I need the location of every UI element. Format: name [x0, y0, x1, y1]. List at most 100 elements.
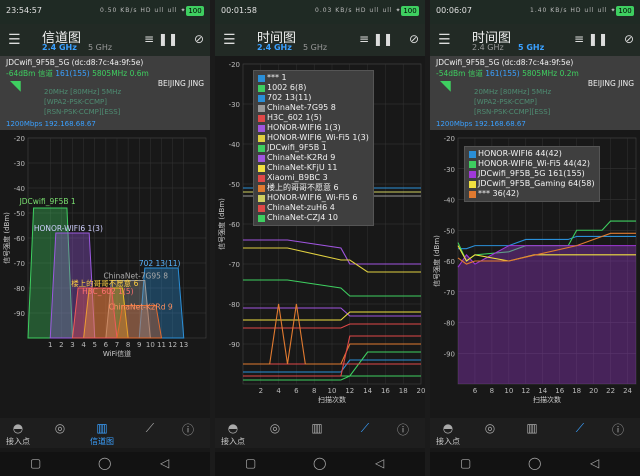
- pause-icon[interactable]: ❚❚: [158, 32, 178, 46]
- legend-item: ChinaNet-zuH6 4: [258, 203, 369, 213]
- legend-item: 702 13(11): [258, 93, 369, 103]
- series-fill: [458, 245, 636, 384]
- y-tick-label: -70: [229, 261, 240, 269]
- tab-2-4ghz[interactable]: 2.4 GHz: [42, 43, 77, 52]
- connected-ap-card[interactable]: JDCwifi_9F5B_5G (dc:d8:7c:4a:9f:5e) -54d…: [430, 56, 640, 130]
- wifi-scan-icon[interactable]: ⊘: [194, 32, 204, 46]
- wifi-scan-icon[interactable]: ⊘: [624, 32, 634, 46]
- nav-item-4[interactable]: ⓘ: [383, 421, 423, 438]
- battery-indicator: 100: [401, 6, 419, 16]
- back-icon[interactable]: ◁: [375, 456, 384, 470]
- ap-capabilities: [RSN-PSK-CCMP][ESS]: [474, 108, 551, 116]
- legend-item: ChinaNet-KFjU 11: [258, 163, 369, 173]
- nav-item-3[interactable]: ⟋: [560, 421, 600, 436]
- info-icon: ⓘ: [396, 423, 409, 437]
- tab-5ghz[interactable]: 5 GHz: [88, 43, 112, 52]
- ap-frequency: 5805MHz 0.6m: [89, 69, 149, 78]
- recents-icon[interactable]: ▢: [460, 456, 471, 470]
- nav-item-2[interactable]: ▥ 信道图: [82, 421, 122, 447]
- legend-swatch: [258, 74, 265, 82]
- line-chart-icon: ⟋: [575, 421, 585, 435]
- y-tick-label: -20: [14, 135, 25, 143]
- legend-swatch: [258, 204, 265, 212]
- legend-label: HONOR-WIFI6_Wi-Fi5 1(3): [267, 133, 369, 142]
- system-navigation: ▢ ◯ ◁: [0, 452, 210, 476]
- status-bar: 23:54:57 0.50 KB/s HD ull ull ✦ 100: [0, 0, 210, 24]
- ap-link-speed: 1200Mbps 192.168.68.67: [436, 120, 526, 128]
- nav-item-4[interactable]: ⓘ: [168, 421, 208, 438]
- wifi-scan-icon[interactable]: ⊘: [409, 32, 419, 46]
- nav-item-0[interactable]: ◓ 接入点: [215, 421, 253, 447]
- hamburger-menu-icon[interactable]: ☰: [438, 33, 451, 47]
- nav-item-0[interactable]: ◓ 接入点: [430, 421, 468, 447]
- line-chart-icon: ⟋: [145, 421, 155, 435]
- ap-signal-line: -54dBm 信道 161(155) 5805MHz 0.2m: [436, 68, 579, 79]
- nav-item-0[interactable]: ◓ 接入点: [0, 421, 38, 447]
- hamburger-menu-icon[interactable]: ☰: [8, 33, 21, 47]
- system-navigation: ▢ ◯ ◁: [215, 452, 425, 476]
- legend-label: 702 13(11): [267, 93, 312, 102]
- legend-swatch: [258, 164, 265, 172]
- nav-item-3[interactable]: ⟋: [130, 421, 170, 436]
- legend-swatch: [469, 170, 476, 178]
- nav-item-2[interactable]: ▥: [512, 421, 552, 435]
- ap-signal-level: -64dBm 信道: [6, 69, 56, 78]
- bottom-navigation: ◓ 接入点 ◎ ▥ ⟋ ⓘ: [430, 418, 640, 448]
- nav-item-1[interactable]: ◎: [255, 421, 295, 435]
- legend-label: 楼上的哥哥不愿意 6: [267, 183, 339, 192]
- recents-icon[interactable]: ▢: [30, 456, 41, 470]
- x-tick-label: 11: [157, 341, 166, 349]
- tab-5ghz[interactable]: 5 GHz: [518, 43, 544, 52]
- nav-label: 接入点: [221, 437, 245, 446]
- y-axis-label: 信号强度 (dBm): [2, 212, 11, 264]
- legend-item: 1002 6(8): [258, 83, 369, 93]
- x-tick-label: 2: [59, 341, 63, 349]
- tab-5ghz[interactable]: 5 GHz: [303, 43, 327, 52]
- connected-ap-card[interactable]: JDCwifi_9F5B_5G (dc:d8:7c:4a:9f:5e) -64d…: [0, 56, 210, 130]
- wifi-signal-icon: ◥: [440, 78, 451, 94]
- nav-item-3[interactable]: ⟋: [345, 421, 385, 436]
- legend-label: *** 1: [267, 73, 287, 82]
- pause-icon[interactable]: ❚❚: [373, 32, 393, 46]
- x-tick-label: 6: [104, 341, 109, 349]
- home-icon[interactable]: ◯: [98, 456, 111, 470]
- bar-chart-icon: ▥: [526, 421, 538, 435]
- y-tick-label: -30: [444, 166, 455, 174]
- legend-label: HONOR-WIFI6 44(42): [478, 149, 562, 158]
- y-tick-label: -60: [14, 235, 25, 243]
- nav-item-1[interactable]: ◎: [470, 421, 510, 435]
- back-icon[interactable]: ◁: [160, 456, 169, 470]
- y-tick-label: -30: [14, 160, 25, 168]
- legend-swatch: [258, 154, 265, 162]
- filter-icon[interactable]: ≡: [574, 32, 584, 46]
- pause-icon[interactable]: ❚❚: [588, 32, 608, 46]
- radar-icon: ◎: [484, 421, 496, 435]
- nav-item-2[interactable]: ▥: [297, 421, 337, 435]
- info-icon: ⓘ: [611, 423, 624, 437]
- legend-swatch: [258, 134, 265, 142]
- home-icon[interactable]: ◯: [313, 456, 326, 470]
- x-tick-label: 7: [115, 341, 119, 349]
- legend-swatch: [469, 190, 476, 198]
- channel-label: JDCwifi_9F5B 1: [19, 197, 76, 206]
- back-icon[interactable]: ◁: [590, 456, 599, 470]
- tab-2-4ghz[interactable]: 2.4 GHz: [472, 43, 504, 52]
- nav-item-1[interactable]: ◎: [40, 421, 80, 435]
- line-chart-icon: ⟋: [360, 421, 370, 435]
- channel-graph-svg: -20-30-40-50-60-70-80-901 2 3 4 5 6 7 8 9 10 11 12 1…: [2, 135, 207, 358]
- nav-item-4[interactable]: ⓘ: [598, 421, 638, 438]
- y-axis-label: 信号强度 (dBm): [432, 235, 441, 287]
- filter-icon[interactable]: ≡: [359, 32, 369, 46]
- ap-signal-line: -64dBm 信道 161(155) 5805MHz 0.6m: [6, 68, 149, 79]
- home-icon[interactable]: ◯: [528, 456, 541, 470]
- y-tick-label: -70: [14, 260, 25, 268]
- chart-legend: HONOR-WIFI6 44(42) HONOR-WIFI6_Wi-Fi5 44(…: [464, 146, 600, 202]
- wifi-signal-icon: ◥: [10, 78, 21, 94]
- recents-icon[interactable]: ▢: [245, 456, 256, 470]
- y-tick-label: -40: [229, 141, 240, 149]
- filter-icon[interactable]: ≡: [144, 32, 154, 46]
- hamburger-menu-icon[interactable]: ☰: [223, 33, 236, 47]
- legend-swatch: [469, 180, 476, 188]
- x-tick-label: 13: [179, 341, 188, 349]
- tab-2-4ghz[interactable]: 2.4 GHz: [257, 43, 292, 52]
